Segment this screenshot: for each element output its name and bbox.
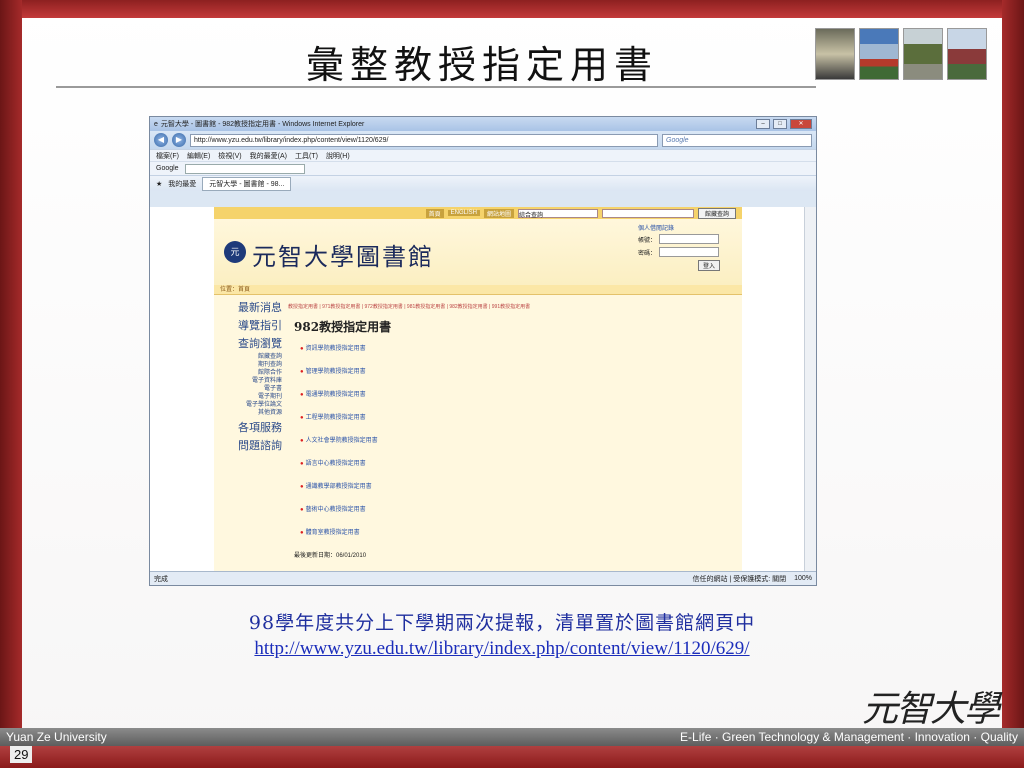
course-link-6[interactable]: 語言中心教授指定用書 [300,458,736,467]
campus-photo-2 [859,28,899,80]
course-link-8[interactable]: 藝術中心教授指定用書 [300,504,736,513]
library-site: 首頁 ENGLISH 網站地圖 綜合查詢 館藏查詢 元 元智大學圖書館 個人借閱… [214,207,742,573]
footer-bar: Yuan Ze University E-Life · Green Techno… [0,728,1024,746]
breadcrumb: 位置：首頁 [214,285,742,295]
browser-screenshot: e 元智大學 - 圖書館 - 982教授指定用書 - Windows Inter… [149,116,817,586]
title-divider [56,86,816,88]
sidebar-sub-databases[interactable]: 電子資料庫 [214,377,286,385]
sidebar-sub-ill[interactable]: 館際合作 [214,369,286,377]
course-link-3[interactable]: 電通學院教授指定用書 [300,389,736,398]
sidebar-sub-theses[interactable]: 電子學位論文 [214,401,286,409]
star-icon[interactable]: ★ [156,180,162,188]
minimize-icon[interactable]: – [756,119,770,129]
sidebar-item-consult[interactable]: 問題諮詢 [214,437,286,453]
menu-edit[interactable]: 編輯(E) [187,151,210,161]
campus-photo-4 [947,28,987,80]
browser-window-title: 元智大學 - 圖書館 - 982教授指定用書 - Windows Interne… [160,121,365,128]
campus-photo-3 [903,28,943,80]
page-number: 29 [10,746,33,763]
menu-favorites[interactable]: 我的最愛(A) [250,151,287,161]
footer-slogan: E-Life · Green Technology & Management ·… [680,730,1018,744]
campus-photo-1 [815,28,855,80]
google-toolbar-input[interactable] [184,163,305,174]
menu-tools[interactable]: 工具(T) [295,151,318,161]
back-icon[interactable]: ◀ [154,133,168,147]
browser-menu-bar: 檔案(F) 編輯(E) 檢視(V) 我的最愛(A) 工具(T) 說明(H) [150,149,816,161]
password-label: 密碼： [638,250,657,257]
caption-text: 98學年度共分上下學期兩次提報，清單置於圖書館網頁中 [248,612,756,634]
status-zone: 信任的網站 | 受保護模式: 關閉 [692,575,787,583]
course-link-7[interactable]: 通識教學部教授指定用書 [300,481,736,490]
last-updated: 最後更新日期：06/01/2010 [294,553,367,559]
library-banner: 元 元智大學圖書館 個人借閱記錄 帳號： 密碼： 登入 [214,219,742,285]
sidebar-item-news[interactable]: 最新消息 [214,299,286,315]
caption-link-wrap: http://www.yzu.edu.tw/library/index.php/… [0,638,1004,660]
browser-tab[interactable]: 元智大學 - 圖書館 - 98... [202,176,292,191]
semester-links[interactable]: 教授指定用書 | 971教授指定用書 | 972教授指定用書 | 981教授指定… [288,303,736,310]
google-toolbar-label: Google [156,165,179,172]
menu-file[interactable]: 檔案(F) [156,151,179,161]
top-link-sitemap[interactable]: 網站地圖 [483,208,514,218]
site-top-bar: 首頁 ENGLISH 網站地圖 綜合查詢 館藏查詢 [214,207,742,219]
site-search-button[interactable]: 館藏查詢 [697,207,736,219]
bottom-decoration [0,746,1024,768]
status-text: 完成 [154,575,168,583]
close-icon[interactable]: ✕ [790,119,812,129]
web-page: 首頁 ENGLISH 網站地圖 綜合查詢 館藏查詢 元 元智大學圖書館 個人借閱… [150,207,806,573]
library-name: 元智大學圖書館 [252,243,434,271]
course-link-4[interactable]: 工程學院教授指定用書 [300,412,736,421]
login-button[interactable]: 登入 [698,260,721,271]
favorites-bar: ★ 我的最愛 元智大學 - 圖書館 - 98... [150,175,816,191]
page-heading-number: 982 [294,320,320,334]
zoom-level[interactable]: 100% [794,575,812,582]
sidebar-sub-journals[interactable]: 期刊查詢 [214,361,286,369]
account-label: 帳號： [638,237,657,244]
search-type-select[interactable]: 綜合查詢 [517,208,598,219]
course-link-2[interactable]: 管理學院教授指定用書 [300,366,736,375]
browser-titlebar: e 元智大學 - 圖書館 - 982教授指定用書 - Windows Inter… [150,117,816,131]
browser-address-bar: ◀ ▶ http://www.yzu.edu.tw/library/index.… [150,131,816,149]
password-input[interactable] [659,247,720,257]
forward-icon[interactable]: ▶ [172,133,186,147]
sidebar-sub-ebooks[interactable]: 電子書 [214,385,286,393]
google-toolbar: Google [150,161,816,175]
page-heading-text: 教授指定用書 [319,320,392,334]
site-sidebar: 最新消息 導覽指引 查詢瀏覽 館藏查詢 期刊查詢 館際合作 電子資料庫 電子書 … [214,297,286,573]
slide: 彙整教授指定用書 e 元智大學 - 圖書館 - 982教授指定用書 - Wind… [0,0,1024,768]
course-link-9[interactable]: 體育室教授指定用書 [300,527,736,536]
site-search-input[interactable] [601,208,694,218]
page-heading: 982教授指定用書 [294,318,736,335]
sidebar-item-guide[interactable]: 導覽指引 [214,317,286,333]
sidebar-sub-catalog[interactable]: 館藏查詢 [214,353,286,361]
site-content: 教授指定用書 | 971教授指定用書 | 972教授指定用書 | 981教授指定… [288,297,736,559]
menu-view[interactable]: 檢視(V) [218,151,241,161]
login-title[interactable]: 個人借閱記錄 [638,223,728,232]
course-link-1[interactable]: 資訊學院教授指定用書 [300,343,736,352]
campus-photos [815,28,987,80]
top-link-english[interactable]: ENGLISH [447,210,480,216]
browser-status-bar: 完成 信任的網站 | 受保護模式: 關閉 100% [150,571,816,585]
university-brand-logo: 元智大學 [861,689,1000,730]
browser-search-input[interactable]: Google [662,133,812,147]
address-input[interactable]: http://www.yzu.edu.tw/library/index.php/… [190,133,658,147]
maximize-icon[interactable]: □ [773,119,787,129]
footer-university: Yuan Ze University [6,730,107,744]
sidebar-item-search[interactable]: 查詢瀏覽 [214,335,286,351]
top-link-home[interactable]: 首頁 [425,208,444,218]
vertical-scrollbar[interactable] [804,207,816,573]
ie-icon: e [154,120,158,128]
top-decoration [22,0,1002,18]
sidebar-sub-other[interactable]: 其他資源 [214,409,286,417]
account-input[interactable] [659,234,720,244]
right-decoration [1002,0,1024,728]
menu-help[interactable]: 說明(H) [326,151,350,161]
course-link-5[interactable]: 人文社會學院教授指定用書 [300,435,736,444]
sidebar-sub-ejournals[interactable]: 電子期刊 [214,393,286,401]
favorites-label[interactable]: 我的最愛 [168,179,196,189]
login-box: 個人借閱記錄 帳號： 密碼： 登入 [638,223,728,271]
library-url-link[interactable]: http://www.yzu.edu.tw/library/index.php/… [254,638,749,659]
sidebar-item-services[interactable]: 各項服務 [214,419,286,435]
university-logo-icon: 元 [224,241,246,263]
